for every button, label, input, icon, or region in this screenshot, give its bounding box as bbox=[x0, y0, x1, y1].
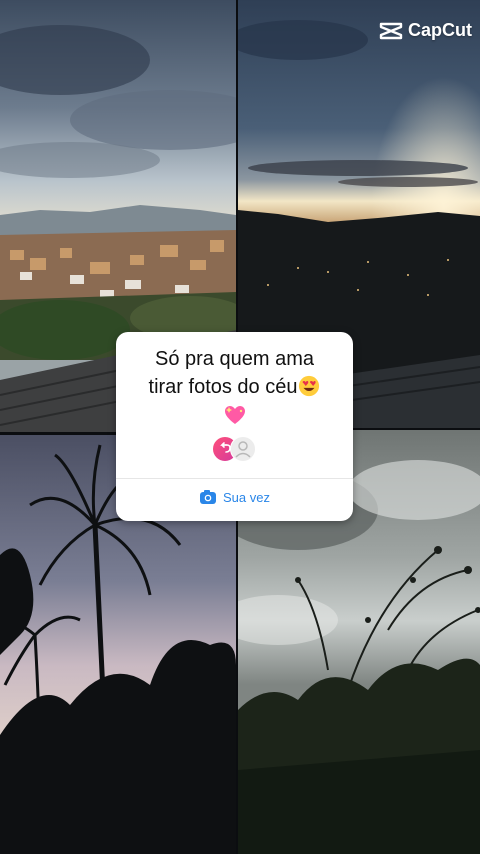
your-turn-button[interactable]: Sua vez bbox=[116, 489, 353, 505]
sticker-line-2-row: tirar fotos do céu bbox=[116, 373, 353, 401]
question-sticker[interactable]: Só pra quem ama tirar fotos do céu Sua v… bbox=[116, 332, 353, 521]
sticker-line-2: tirar fotos do céu bbox=[148, 376, 298, 398]
heart-eyes-emoji-icon bbox=[299, 375, 320, 397]
camera-icon bbox=[200, 490, 216, 504]
sticker-divider bbox=[116, 478, 353, 479]
capcut-watermark: CapCut bbox=[379, 20, 472, 41]
sticker-line-1: Só pra quem ama bbox=[155, 348, 314, 370]
your-turn-label: Sua vez bbox=[223, 489, 270, 505]
sparkling-heart-emoji-icon bbox=[224, 406, 245, 424]
reply-avatars bbox=[212, 436, 256, 462]
placeholder-avatar-icon bbox=[230, 436, 256, 462]
capcut-logo-icon bbox=[379, 22, 403, 39]
watermark-brand-text: CapCut bbox=[408, 20, 472, 40]
